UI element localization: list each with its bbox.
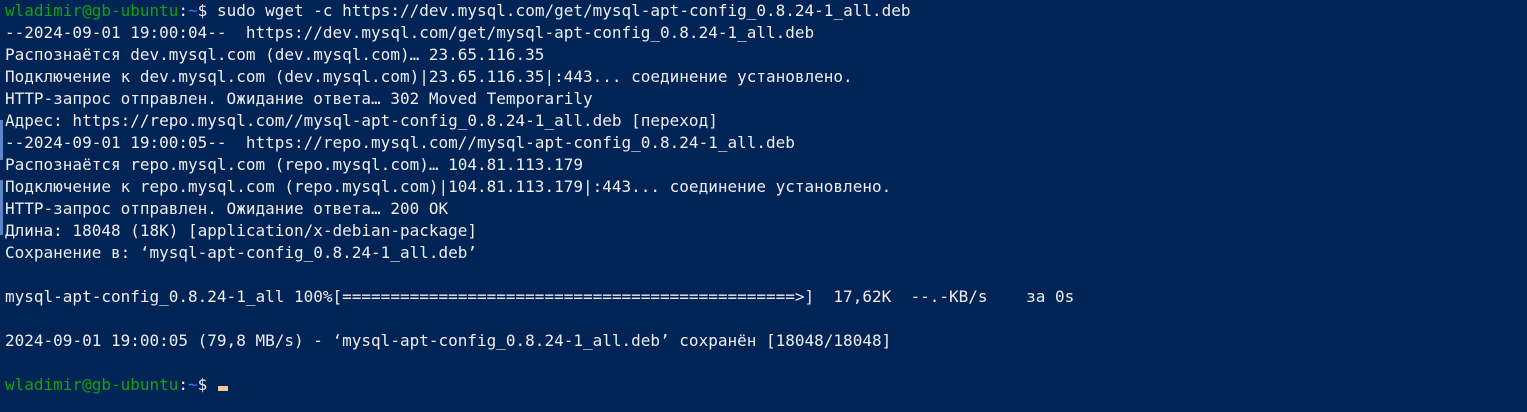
output-line: Подключение к dev.mysql.com (dev.mysql.c… (5, 67, 853, 86)
prompt-path: ~ (188, 1, 198, 20)
progress-line: mysql-apt-config_0.8.24-1_all 100%[=====… (5, 287, 1075, 306)
prompt-separator: : (178, 375, 189, 394)
text-cursor (217, 386, 228, 391)
terminal-window[interactable]: wladimir@gb-ubuntu:~$ sudo wget -c https… (0, 0, 1527, 412)
command-text: sudo wget -c https://dev.mysql.com/get/m… (216, 1, 911, 20)
prompt-symbol: $ (197, 1, 217, 20)
prompt-symbol: $ (197, 375, 217, 394)
prompt-user-host: wladimir@gb-ubuntu (5, 375, 179, 394)
window-edge-marker (0, 120, 3, 160)
output-line: Подключение к repo.mysql.com (repo.mysql… (5, 177, 892, 196)
prompt-line: wladimir@gb-ubuntu:~$ sudo wget -c https… (5, 0, 1527, 22)
output-line: --2024-09-01 19:00:05-- https://repo.mys… (5, 133, 795, 152)
output-line: Распознаётся repo.mysql.com (repo.mysql.… (5, 155, 583, 174)
output-line: HTTP-запрос отправлен. Ожидание ответа… … (5, 89, 593, 108)
output-line: Распознаётся dev.mysql.com (dev.mysql.co… (5, 45, 545, 64)
output-line: --2024-09-01 19:00:04-- https://dev.mysq… (5, 23, 815, 42)
prompt-user-host: wladimir@gb-ubuntu (5, 1, 179, 20)
prompt-line: wladimir@gb-ubuntu:~$ (5, 374, 1527, 396)
output-line: Длина: 18048 (18K) [application/x-debian… (5, 221, 478, 240)
prompt-separator: : (178, 1, 189, 20)
window-edge-marker (0, 180, 3, 235)
output-line: Сохранение в: ‘mysql-apt-config_0.8.24-1… (5, 243, 478, 262)
output-line: 2024-09-01 19:00:05 (79,8 MB/s) - ‘mysql… (5, 331, 892, 350)
output-line: Адрес: https://repo.mysql.com//mysql-apt… (5, 111, 718, 130)
prompt-path: ~ (188, 375, 198, 394)
output-line: HTTP-запрос отправлен. Ожидание ответа… … (5, 199, 449, 218)
